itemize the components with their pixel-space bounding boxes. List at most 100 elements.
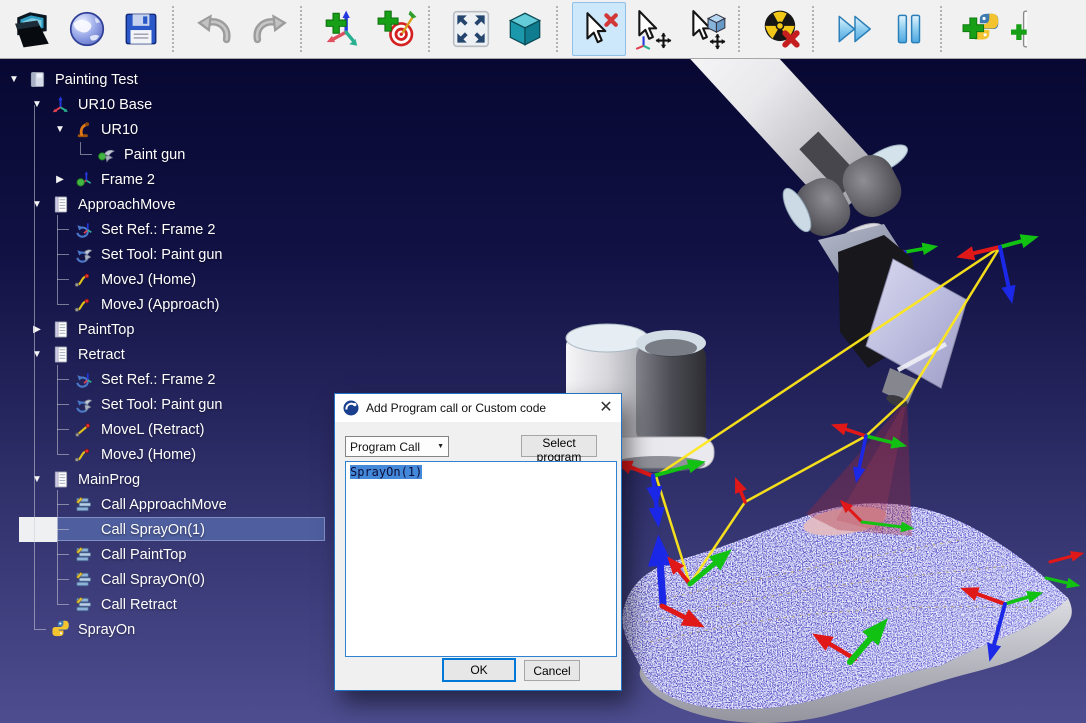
- chevron-expanded-icon[interactable]: ▼: [29, 349, 45, 360]
- tree-item-mainprog[interactable]: ▼MainProg: [0, 467, 332, 492]
- tree-item-movej-home[interactable]: MoveJ (Home): [0, 442, 332, 467]
- tree-item-set-ref-frame-2[interactable]: Set Ref.: Frame 2: [0, 367, 332, 392]
- settool-icon: [74, 245, 93, 264]
- collision-off-icon: [760, 8, 802, 50]
- toolbar-separator: [300, 6, 310, 52]
- tree-item-set-tool-paint-gun[interactable]: Set Tool: Paint gun: [0, 392, 332, 417]
- tree-item-movej-home[interactable]: MoveJ (Home): [0, 267, 332, 292]
- toolbar: [0, 0, 1086, 59]
- tree-item-movel-retract[interactable]: MoveL (Retract): [0, 417, 332, 442]
- select-program-button[interactable]: Select program: [521, 435, 597, 457]
- cursor-move-frame-icon: [632, 8, 674, 50]
- toolbar-separator: [556, 6, 566, 52]
- tree-item-painting-test[interactable]: ▼Painting Test: [0, 67, 332, 92]
- tree-item-label: ApproachMove: [78, 197, 176, 213]
- undo-button[interactable]: [188, 2, 242, 56]
- tree-item-label: MoveJ (Home): [101, 447, 196, 463]
- code-type-select[interactable]: Program Call ▼: [345, 436, 449, 457]
- tree-item-sprayon[interactable]: SprayOn: [0, 617, 332, 642]
- move-reference-mode-button[interactable]: [626, 2, 680, 56]
- chevron-expanded-icon[interactable]: ▼: [52, 124, 68, 135]
- tree-item-painttop[interactable]: ▶ PaintTop: [0, 317, 332, 342]
- add-python-program-button[interactable]: [956, 2, 1010, 56]
- tree-item-ur10-base[interactable]: ▼ UR10 Base: [0, 92, 332, 117]
- frame-icon: [51, 95, 70, 114]
- tree-item-call-painttop[interactable]: Call PaintTop: [0, 542, 332, 567]
- call-icon: [74, 545, 93, 564]
- tree-item-ur10[interactable]: ▼UR10: [0, 117, 332, 142]
- dialog-titlebar[interactable]: Add Program call or Custom code ✕: [335, 394, 621, 422]
- toolbar-separator: [812, 6, 822, 52]
- collision-check-button[interactable]: [754, 2, 808, 56]
- add-item-icon: [1011, 8, 1028, 50]
- movej-icon: [74, 445, 93, 464]
- tree-item-movej-approach[interactable]: MoveJ (Approach): [0, 292, 332, 317]
- tree-item-label: MoveJ (Approach): [101, 297, 219, 313]
- tree-guide-line: [57, 379, 69, 380]
- robodk-window: ▼Painting Test▼UR10 Base▼UR10Paint gun▶F…: [0, 0, 1086, 723]
- tree-guide-line: [57, 504, 69, 505]
- tree-guide-line: [57, 604, 69, 605]
- tree-item-call-sprayon-1[interactable]: Call SprayOn(1): [0, 517, 332, 542]
- tree-guide-line: [80, 154, 92, 155]
- tree-guide-line: [57, 304, 69, 305]
- tree-item-frame-2[interactable]: ▶ Frame 2: [0, 167, 332, 192]
- tree-item-label: Retract: [78, 347, 125, 363]
- tree-item-label: Call SprayOn(1): [101, 522, 205, 538]
- tree-item-label: Call ApproachMove: [101, 497, 227, 513]
- tree-item-label: Frame 2: [101, 172, 155, 188]
- tree-guide-line: [57, 279, 69, 280]
- ok-button[interactable]: OK: [442, 658, 516, 682]
- tree-item-set-tool-paint-gun[interactable]: Set Tool: Paint gun: [0, 242, 332, 267]
- chevron-collapsed-icon[interactable]: ▶: [29, 324, 45, 335]
- program-icon: [51, 470, 70, 489]
- code-type-value: Program Call: [350, 440, 435, 454]
- chevron-expanded-icon[interactable]: ▼: [6, 74, 22, 85]
- tree-item-retract[interactable]: ▼ Retract: [0, 342, 332, 367]
- save-station-button[interactable]: [114, 2, 168, 56]
- chevron-expanded-icon[interactable]: ▼: [29, 199, 45, 210]
- chevron-collapsed-icon[interactable]: ▶: [52, 174, 68, 185]
- code-input[interactable]: SprayOn(1): [345, 461, 617, 657]
- tree-item-call-approachmove[interactable]: Call ApproachMove: [0, 492, 332, 517]
- selection-gutter: [19, 517, 57, 542]
- station-icon: [28, 70, 47, 89]
- open-online-library-button[interactable]: [60, 2, 114, 56]
- tree-item-approachmove[interactable]: ▼ ApproachMove: [0, 192, 332, 217]
- tree-item-label: UR10 Base: [78, 97, 152, 113]
- toolbar-separator: [172, 6, 182, 52]
- tree-guide-line: [34, 105, 35, 629]
- toolbar-separator: [428, 6, 438, 52]
- cancel-button[interactable]: Cancel: [524, 660, 580, 681]
- save-icon: [120, 8, 162, 50]
- tree-guide-line: [57, 529, 69, 530]
- add-item-button[interactable]: [1010, 2, 1028, 56]
- move-robot-mode-button[interactable]: [680, 2, 734, 56]
- open-station-button[interactable]: [6, 2, 60, 56]
- tree-item-call-sprayon-0[interactable]: Call SprayOn(0): [0, 567, 332, 592]
- tree-guide-line: [80, 142, 81, 154]
- iso-cube-icon: [504, 8, 546, 50]
- add-reference-frame-button[interactable]: [316, 2, 370, 56]
- tree-guide-line: [57, 254, 69, 255]
- frametarget-icon: [74, 170, 93, 189]
- tree-item-paint-gun[interactable]: Paint gun: [0, 142, 332, 167]
- python-icon: [51, 620, 70, 639]
- fast-simulation-button[interactable]: [828, 2, 882, 56]
- pause-simulation-button[interactable]: [882, 2, 936, 56]
- chevron-expanded-icon[interactable]: ▼: [29, 99, 45, 110]
- isometric-view-button[interactable]: [498, 2, 552, 56]
- tree-item-set-ref-frame-2[interactable]: Set Ref.: Frame 2: [0, 217, 332, 242]
- fit-to-screen-button[interactable]: [444, 2, 498, 56]
- close-icon[interactable]: ✕: [591, 394, 621, 422]
- tree-item-call-retract[interactable]: Call Retract: [0, 592, 332, 617]
- toolbar-separator: [940, 6, 950, 52]
- robodk-logo-icon: [343, 400, 359, 416]
- add-target-icon: [376, 8, 418, 50]
- select-mode-button[interactable]: [572, 2, 626, 56]
- program-icon: [51, 320, 70, 339]
- add-target-button[interactable]: [370, 2, 424, 56]
- chevron-expanded-icon[interactable]: ▼: [29, 474, 45, 485]
- redo-button[interactable]: [242, 2, 296, 56]
- tree-item-label: PaintTop: [78, 322, 134, 338]
